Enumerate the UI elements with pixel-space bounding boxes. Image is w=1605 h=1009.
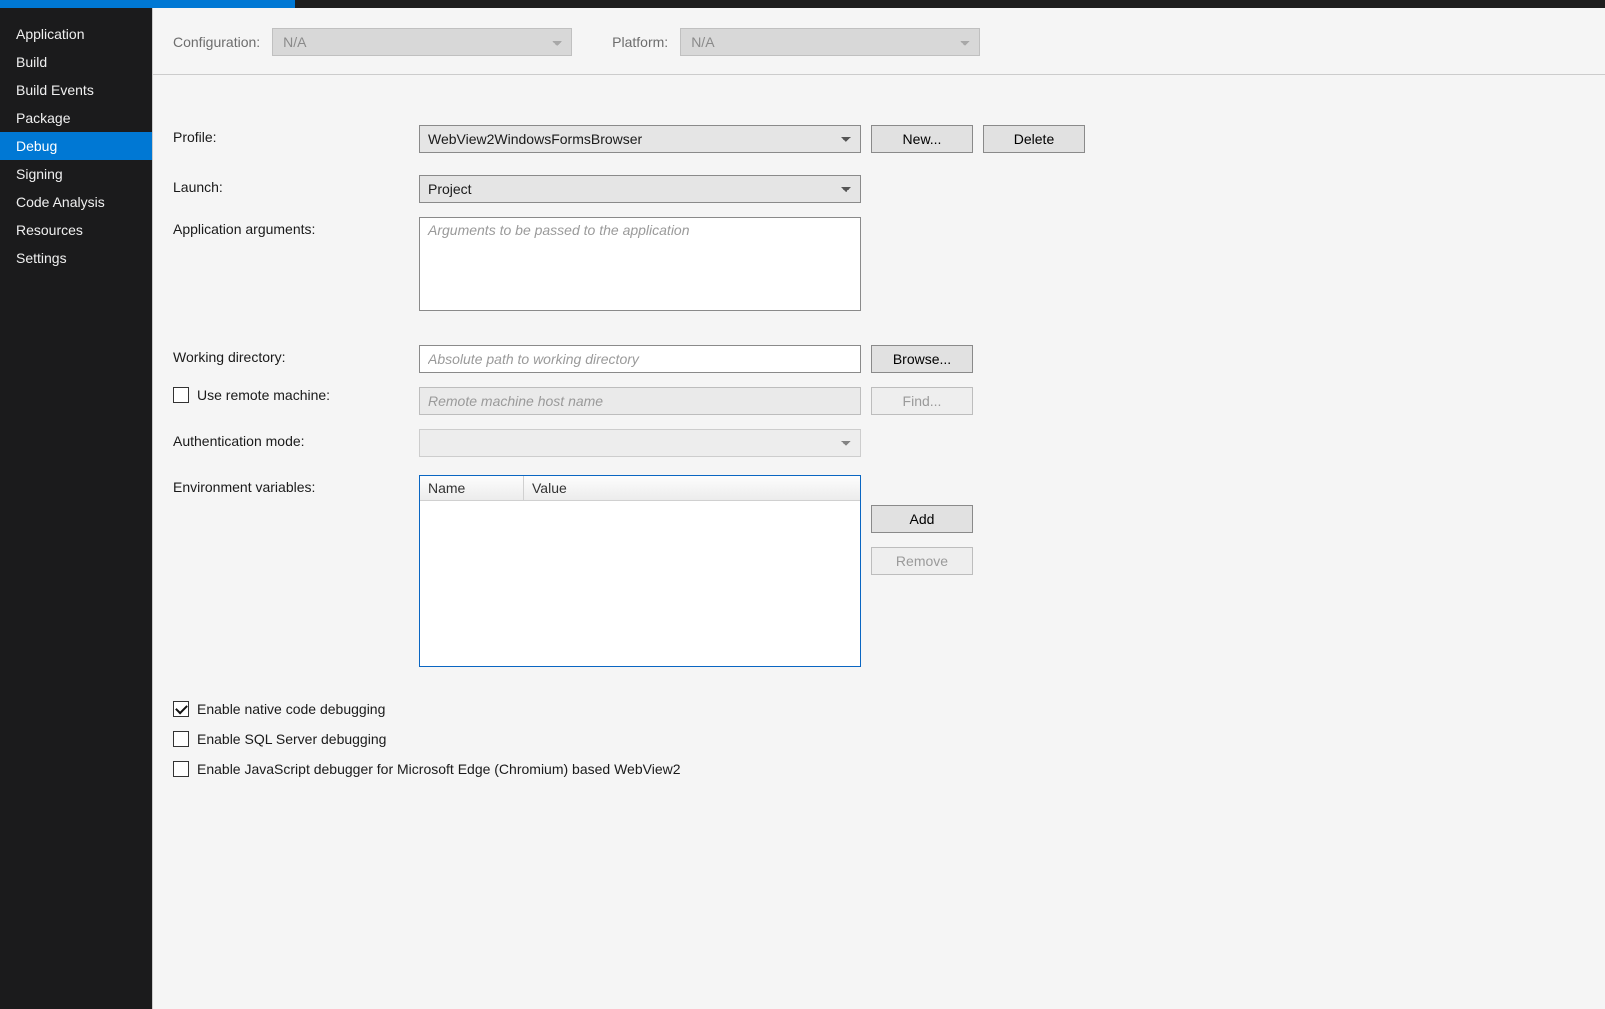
sidebar-item-settings[interactable]: Settings: [0, 244, 152, 272]
native-debug-checkbox[interactable]: [173, 701, 189, 717]
sidebar-item-package[interactable]: Package: [0, 104, 152, 132]
app-args-label: Application arguments:: [173, 217, 419, 237]
window-top-strip: [0, 0, 1605, 8]
env-col-value[interactable]: Value: [524, 476, 860, 500]
remote-host-input: [419, 387, 861, 415]
launch-select[interactable]: Project: [419, 175, 861, 203]
configuration-select[interactable]: N/A: [272, 28, 572, 56]
app-args-row: Application arguments:: [173, 217, 1585, 311]
delete-profile-button[interactable]: Delete: [983, 125, 1085, 153]
add-env-button[interactable]: Add: [871, 505, 973, 533]
env-variables-table[interactable]: Name Value: [419, 475, 861, 667]
profile-label: Profile:: [173, 125, 419, 145]
workdir-row: Working directory: Browse...: [173, 345, 1585, 373]
env-table-header: Name Value: [420, 476, 860, 501]
js-debug-row: Enable JavaScript debugger for Microsoft…: [173, 761, 1585, 777]
active-tab-indicator: [0, 0, 295, 8]
debug-page-content: Configuration: N/A Platform: N/A Profile…: [152, 8, 1605, 1009]
platform-label: Platform:: [612, 34, 668, 50]
auth-label: Authentication mode:: [173, 429, 419, 449]
sidebar-item-build-events[interactable]: Build Events: [0, 76, 152, 104]
sql-debug-checkbox[interactable]: [173, 731, 189, 747]
sql-debug-row: Enable SQL Server debugging: [173, 731, 1585, 747]
use-remote-label: Use remote machine:: [197, 387, 330, 403]
sidebar-item-debug[interactable]: Debug: [0, 132, 152, 160]
find-remote-button: Find...: [871, 387, 973, 415]
browse-workdir-button[interactable]: Browse...: [871, 345, 973, 373]
env-col-name[interactable]: Name: [420, 476, 524, 500]
remote-row: Use remote machine: Find...: [173, 387, 1585, 415]
js-debug-checkbox[interactable]: [173, 761, 189, 777]
native-debug-row: Enable native code debugging: [173, 701, 1585, 717]
env-label: Environment variables:: [173, 475, 419, 495]
app-args-input[interactable]: [419, 217, 861, 311]
env-table-body[interactable]: [420, 501, 860, 666]
native-debug-label: Enable native code debugging: [197, 701, 385, 717]
profile-select[interactable]: WebView2WindowsFormsBrowser: [419, 125, 861, 153]
properties-sidebar: Application Build Build Events Package D…: [0, 8, 152, 1009]
auth-row: Authentication mode:: [173, 429, 1585, 457]
configuration-platform-row: Configuration: N/A Platform: N/A: [153, 8, 1605, 75]
js-debug-label: Enable JavaScript debugger for Microsoft…: [197, 761, 681, 777]
configuration-label: Configuration:: [173, 34, 260, 50]
sidebar-item-resources[interactable]: Resources: [0, 216, 152, 244]
debug-form: Profile: WebView2WindowsFormsBrowser New…: [153, 75, 1605, 821]
profile-row: Profile: WebView2WindowsFormsBrowser New…: [173, 125, 1585, 153]
platform-select[interactable]: N/A: [680, 28, 980, 56]
main-container: Application Build Build Events Package D…: [0, 8, 1605, 1009]
sidebar-item-build[interactable]: Build: [0, 48, 152, 76]
launch-label: Launch:: [173, 175, 419, 195]
workdir-label: Working directory:: [173, 345, 419, 365]
new-profile-button[interactable]: New...: [871, 125, 973, 153]
launch-row: Launch: Project: [173, 175, 1585, 203]
sidebar-item-application[interactable]: Application: [0, 20, 152, 48]
sql-debug-label: Enable SQL Server debugging: [197, 731, 386, 747]
sidebar-item-signing[interactable]: Signing: [0, 160, 152, 188]
sidebar-item-code-analysis[interactable]: Code Analysis: [0, 188, 152, 216]
auth-mode-select: [419, 429, 861, 457]
use-remote-checkbox[interactable]: [173, 387, 189, 403]
env-row: Environment variables: Name Value Add Re…: [173, 475, 1585, 667]
workdir-input[interactable]: [419, 345, 861, 373]
remove-env-button: Remove: [871, 547, 973, 575]
